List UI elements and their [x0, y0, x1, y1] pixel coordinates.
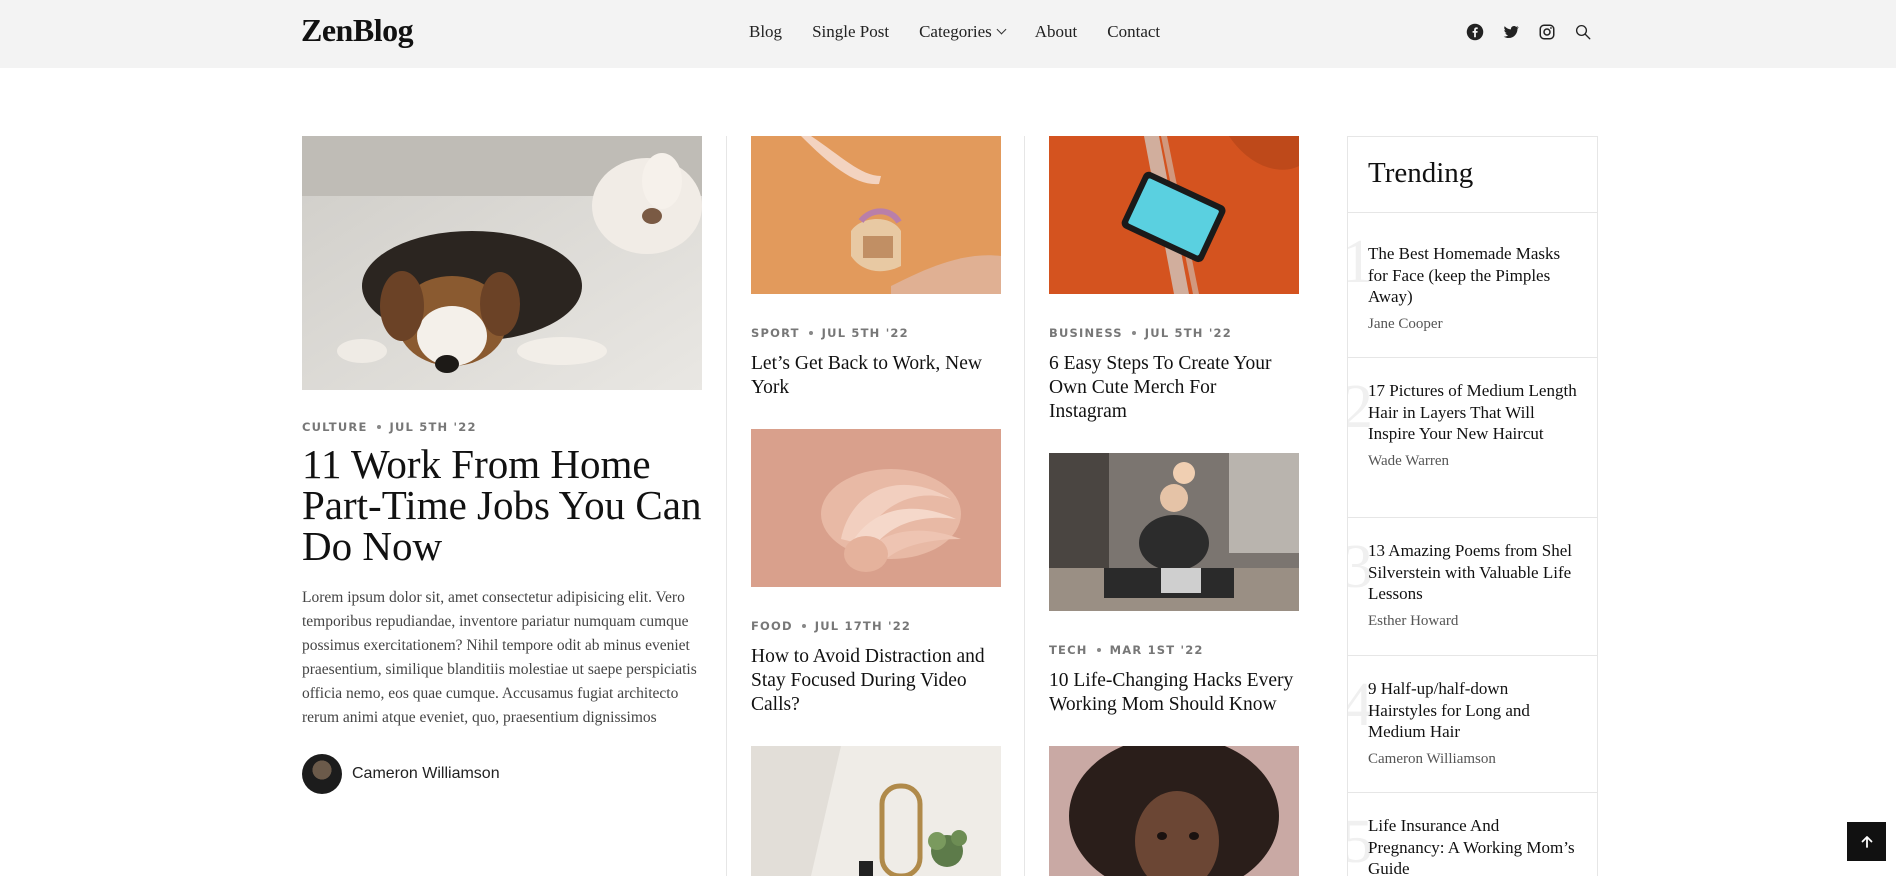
trending-title[interactable]: 13 Amazing Poems from Shel Silverstein w… [1368, 540, 1579, 605]
facebook-icon[interactable] [1465, 22, 1484, 41]
instagram-icon[interactable] [1537, 22, 1556, 41]
nav-contact[interactable]: Contact [1107, 22, 1160, 42]
trending-item[interactable]: 3 13 Amazing Poems from Shel Silverstein… [1348, 518, 1597, 656]
featured-post-image[interactable] [302, 136, 702, 390]
chevron-down-icon [996, 24, 1007, 35]
post-date: Mar 1st '22 [1109, 643, 1204, 657]
trending-title[interactable]: The Best Homemade Masks for Face (keep t… [1368, 243, 1579, 308]
post-date: Jul 5th '22 [1144, 326, 1232, 340]
trending-item[interactable]: 4 9 Half-up/half-down Hairstyles for Lon… [1348, 656, 1597, 793]
post-image[interactable] [751, 136, 1001, 294]
meta-separator [1131, 330, 1136, 335]
trending-item[interactable]: 5 Life Insurance And Pregnancy: A Workin… [1348, 793, 1597, 876]
featured-post-title[interactable]: 11 Work From Home Part-Time Jobs You Can… [302, 444, 702, 567]
post-title[interactable]: Let’s Get Back to Work, New York [751, 352, 1001, 400]
featured-post-meta: Culture Jul 5th '22 [302, 420, 477, 434]
post-meta: Business Jul 5th '22 [1049, 326, 1232, 340]
post-category[interactable]: Sport [751, 326, 800, 340]
trending-title[interactable]: 17 Pictures of Medium Length Hair in Lay… [1368, 380, 1579, 445]
nav-blog[interactable]: Blog [749, 22, 782, 42]
trending-title[interactable]: Life Insurance And Pregnancy: A Working … [1368, 815, 1579, 876]
nav-categories[interactable]: Categories [919, 22, 1007, 42]
post-category[interactable]: Business [1049, 326, 1123, 340]
social-links [1465, 22, 1592, 41]
site-header: ZenBlog Blog Single Post Categories Abou… [0, 0, 1896, 68]
post-image[interactable] [1049, 136, 1299, 294]
post-title[interactable]: 10 Life-Changing Hacks Every Working Mom… [1049, 669, 1299, 717]
post-category[interactable]: Food [751, 619, 793, 633]
post-category[interactable]: Culture [302, 420, 368, 434]
trending-item[interactable]: 2 17 Pictures of Medium Length Hair in L… [1348, 358, 1597, 518]
column-divider [726, 136, 727, 876]
post-date: Jul 17th '22 [814, 619, 912, 633]
trending-sidebar: Trending 1 The Best Homemade Masks for F… [1347, 136, 1598, 876]
meta-separator [801, 623, 806, 628]
trending-author: Wade Warren [1368, 452, 1450, 469]
post-author[interactable]: Cameron Williamson [302, 754, 500, 794]
post-meta: Food Jul 17th '22 [751, 619, 911, 633]
site-logo[interactable]: ZenBlog [301, 12, 414, 49]
trending-item[interactable]: 1 The Best Homemade Masks for Face (keep… [1348, 213, 1597, 358]
trending-author: Esther Howard [1368, 612, 1459, 629]
meta-separator [808, 330, 813, 335]
featured-post-excerpt: Lorem ipsum dolor sit, amet consectetur … [302, 589, 697, 726]
nav-categories-label: Categories [919, 22, 992, 41]
post-image[interactable] [751, 429, 1001, 587]
post-meta: Tech Mar 1st '22 [1049, 643, 1204, 657]
main-nav: Blog Single Post Categories About Contac… [749, 22, 1160, 42]
post-category[interactable]: Tech [1049, 643, 1088, 657]
post-meta: Sport Jul 5th '22 [751, 326, 909, 340]
search-icon[interactable] [1573, 22, 1592, 41]
post-image[interactable] [1049, 746, 1299, 876]
post-title[interactable]: 6 Easy Steps To Create Your Own Cute Mer… [1049, 352, 1299, 424]
trending-heading: Trending [1348, 137, 1597, 213]
nav-single-post[interactable]: Single Post [812, 22, 889, 42]
twitter-icon[interactable] [1501, 22, 1520, 41]
meta-separator [1096, 647, 1101, 652]
back-to-top-button[interactable] [1847, 822, 1886, 861]
avatar [302, 754, 342, 794]
trending-title[interactable]: 9 Half-up/half-down Hairstyles for Long … [1368, 678, 1579, 743]
trending-author: Jane Cooper [1368, 315, 1443, 332]
nav-about[interactable]: About [1035, 22, 1078, 42]
trending-author: Cameron Williamson [1368, 750, 1496, 767]
post-title[interactable]: How to Avoid Distraction and Stay Focuse… [751, 645, 1001, 717]
arrow-up-icon [1861, 835, 1872, 848]
post-date: Jul 5th '22 [389, 420, 477, 434]
meta-separator [376, 424, 381, 429]
author-name: Cameron Williamson [352, 765, 500, 782]
column-divider [1024, 136, 1025, 876]
post-date: Jul 5th '22 [821, 326, 909, 340]
post-image[interactable] [1049, 453, 1299, 611]
post-image[interactable] [751, 746, 1001, 876]
